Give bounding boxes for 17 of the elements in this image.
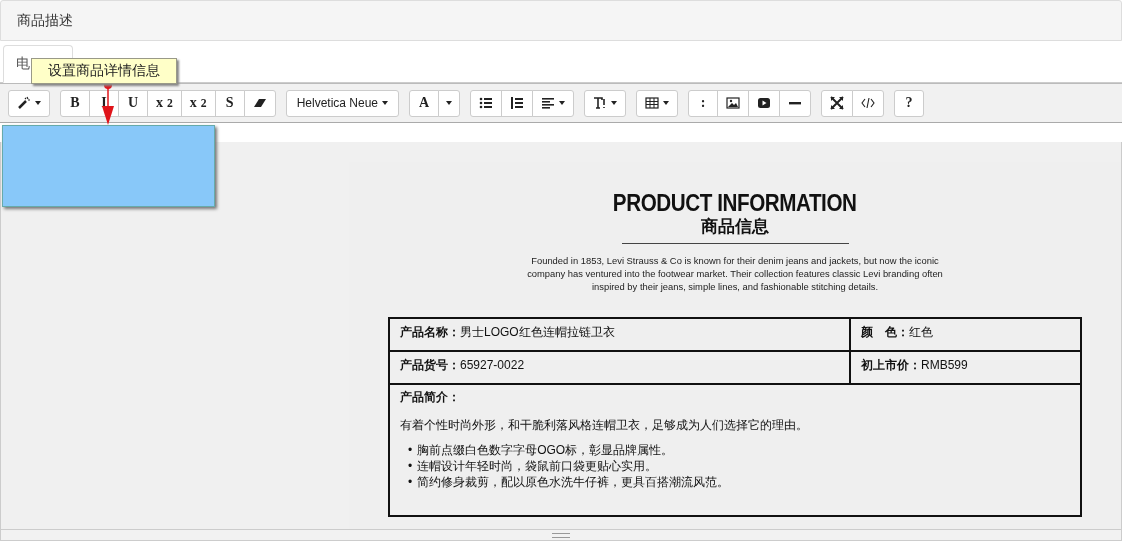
document-subtitle: 商品信息 bbox=[701, 216, 769, 238]
summary-label: 产品简介： bbox=[400, 389, 461, 406]
panel-title: 商品描述 bbox=[17, 11, 73, 30]
bullet-item: 连帽设计年轻时尚，袋鼠前口袋更贴心实用。 bbox=[417, 458, 658, 474]
document-title: PRODUCT INFORMATION bbox=[613, 190, 857, 216]
table-cell-text: 初上市价：RMB599 bbox=[860, 357, 969, 374]
bullet-marker: • bbox=[408, 458, 413, 474]
summary-text: 有着个性时尚外形，和干脆利落风格连帽卫衣，足够成为人们选择它的理由。 bbox=[400, 417, 809, 434]
tooltip: 设置商品详情信息 bbox=[31, 58, 177, 84]
table-cell: 产品货号：65927-0022 bbox=[390, 352, 851, 383]
bullet-item: 简约修身裁剪，配以原色水洗牛仔裤，更具百搭潮流风范。 bbox=[417, 474, 730, 490]
table-cell-text: 颜 色：红色 bbox=[860, 324, 934, 341]
intro-paragraph: Founded in 1853, Levi Strauss & Co is known for their denim jeans and jackets, but now the iconic company has ventured into the footwear market. Their collection features classic Levi branding often inspired by their jeans, simple lines, and fashionable stitching details. bbox=[526, 254, 944, 293]
bullet-marker: • bbox=[408, 474, 413, 490]
table-cell: 产品名称：男士LOGO红色连帽拉链卫衣 bbox=[390, 319, 851, 350]
bullet-item: 胸前点缀白色数字字母OGO标，彰显品牌属性。 bbox=[417, 442, 674, 458]
bullet-marker: • bbox=[408, 442, 413, 458]
